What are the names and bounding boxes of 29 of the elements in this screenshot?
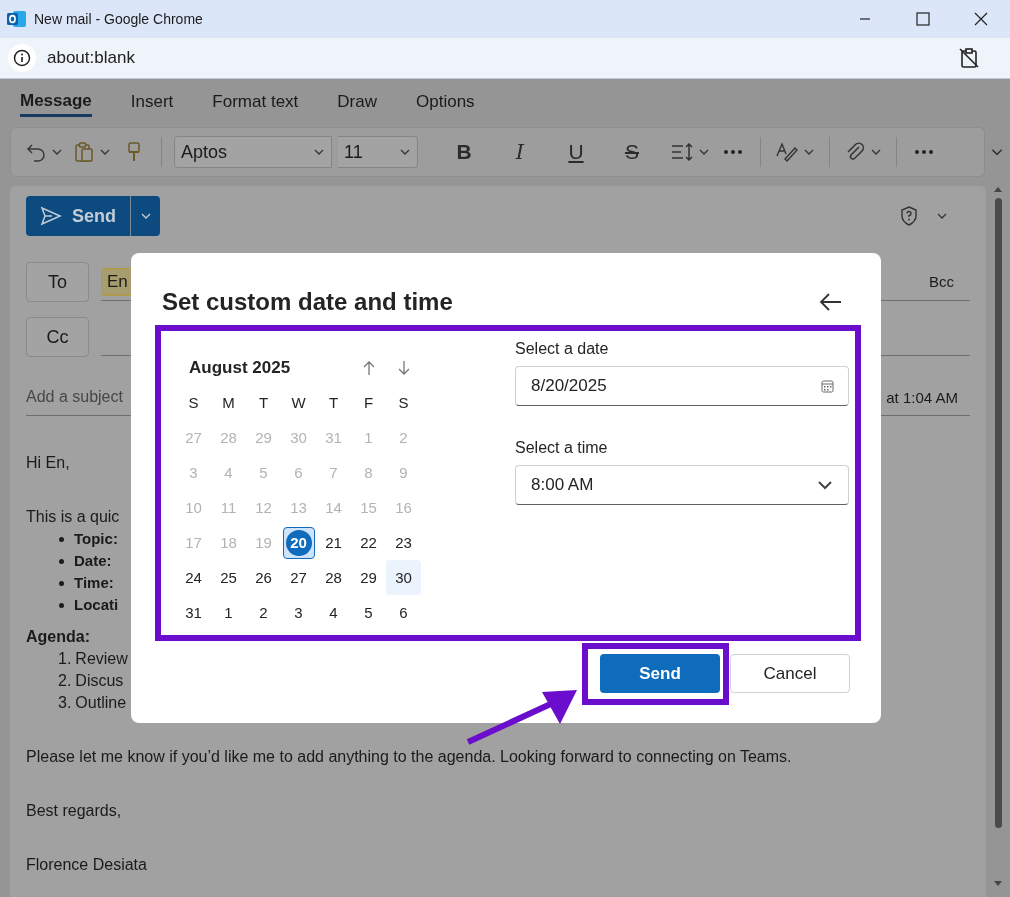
agenda-heading: Agenda: xyxy=(26,627,90,647)
weekday-label: F xyxy=(362,393,375,413)
weekday-label: W xyxy=(290,393,307,413)
saved-time-text: at 1:04 AM xyxy=(886,388,958,406)
intro-text: This is a quic xyxy=(26,507,120,527)
agenda-item: Review xyxy=(75,649,128,669)
weekday-label: S xyxy=(187,393,200,413)
list-number: 3. xyxy=(58,693,72,713)
weekday-label: S xyxy=(397,393,410,413)
date-label: Select a date xyxy=(515,340,610,359)
bullet-label: Date: xyxy=(74,551,112,571)
bullet-label: Locati xyxy=(74,595,119,615)
weekday-label: M xyxy=(221,393,236,413)
signoff-text: Best regards, xyxy=(26,801,122,821)
weekday-label: T xyxy=(257,393,270,413)
weekday-label: T xyxy=(327,393,340,413)
dialog-title: Set custom date and time xyxy=(162,288,453,316)
month-label: August 2025 xyxy=(188,356,292,379)
closing-text: Please let me know if you’d like me to add anything to the agenda. Looking forward to connecting on Teams. xyxy=(26,747,792,767)
window-title: New mail - Google Chrome xyxy=(34,11,204,27)
bullet-label: Topic: xyxy=(74,529,118,549)
greeting-text: Hi En, xyxy=(26,453,70,473)
signature-text: Florence Desiata xyxy=(26,855,147,875)
time-label: Select a time xyxy=(515,439,609,458)
list-number: 2. xyxy=(58,671,72,691)
list-number: 1. xyxy=(58,649,72,669)
agenda-item: Outline xyxy=(75,693,127,713)
bullet-label: Time: xyxy=(74,573,114,593)
agenda-item: Discus xyxy=(75,671,124,691)
